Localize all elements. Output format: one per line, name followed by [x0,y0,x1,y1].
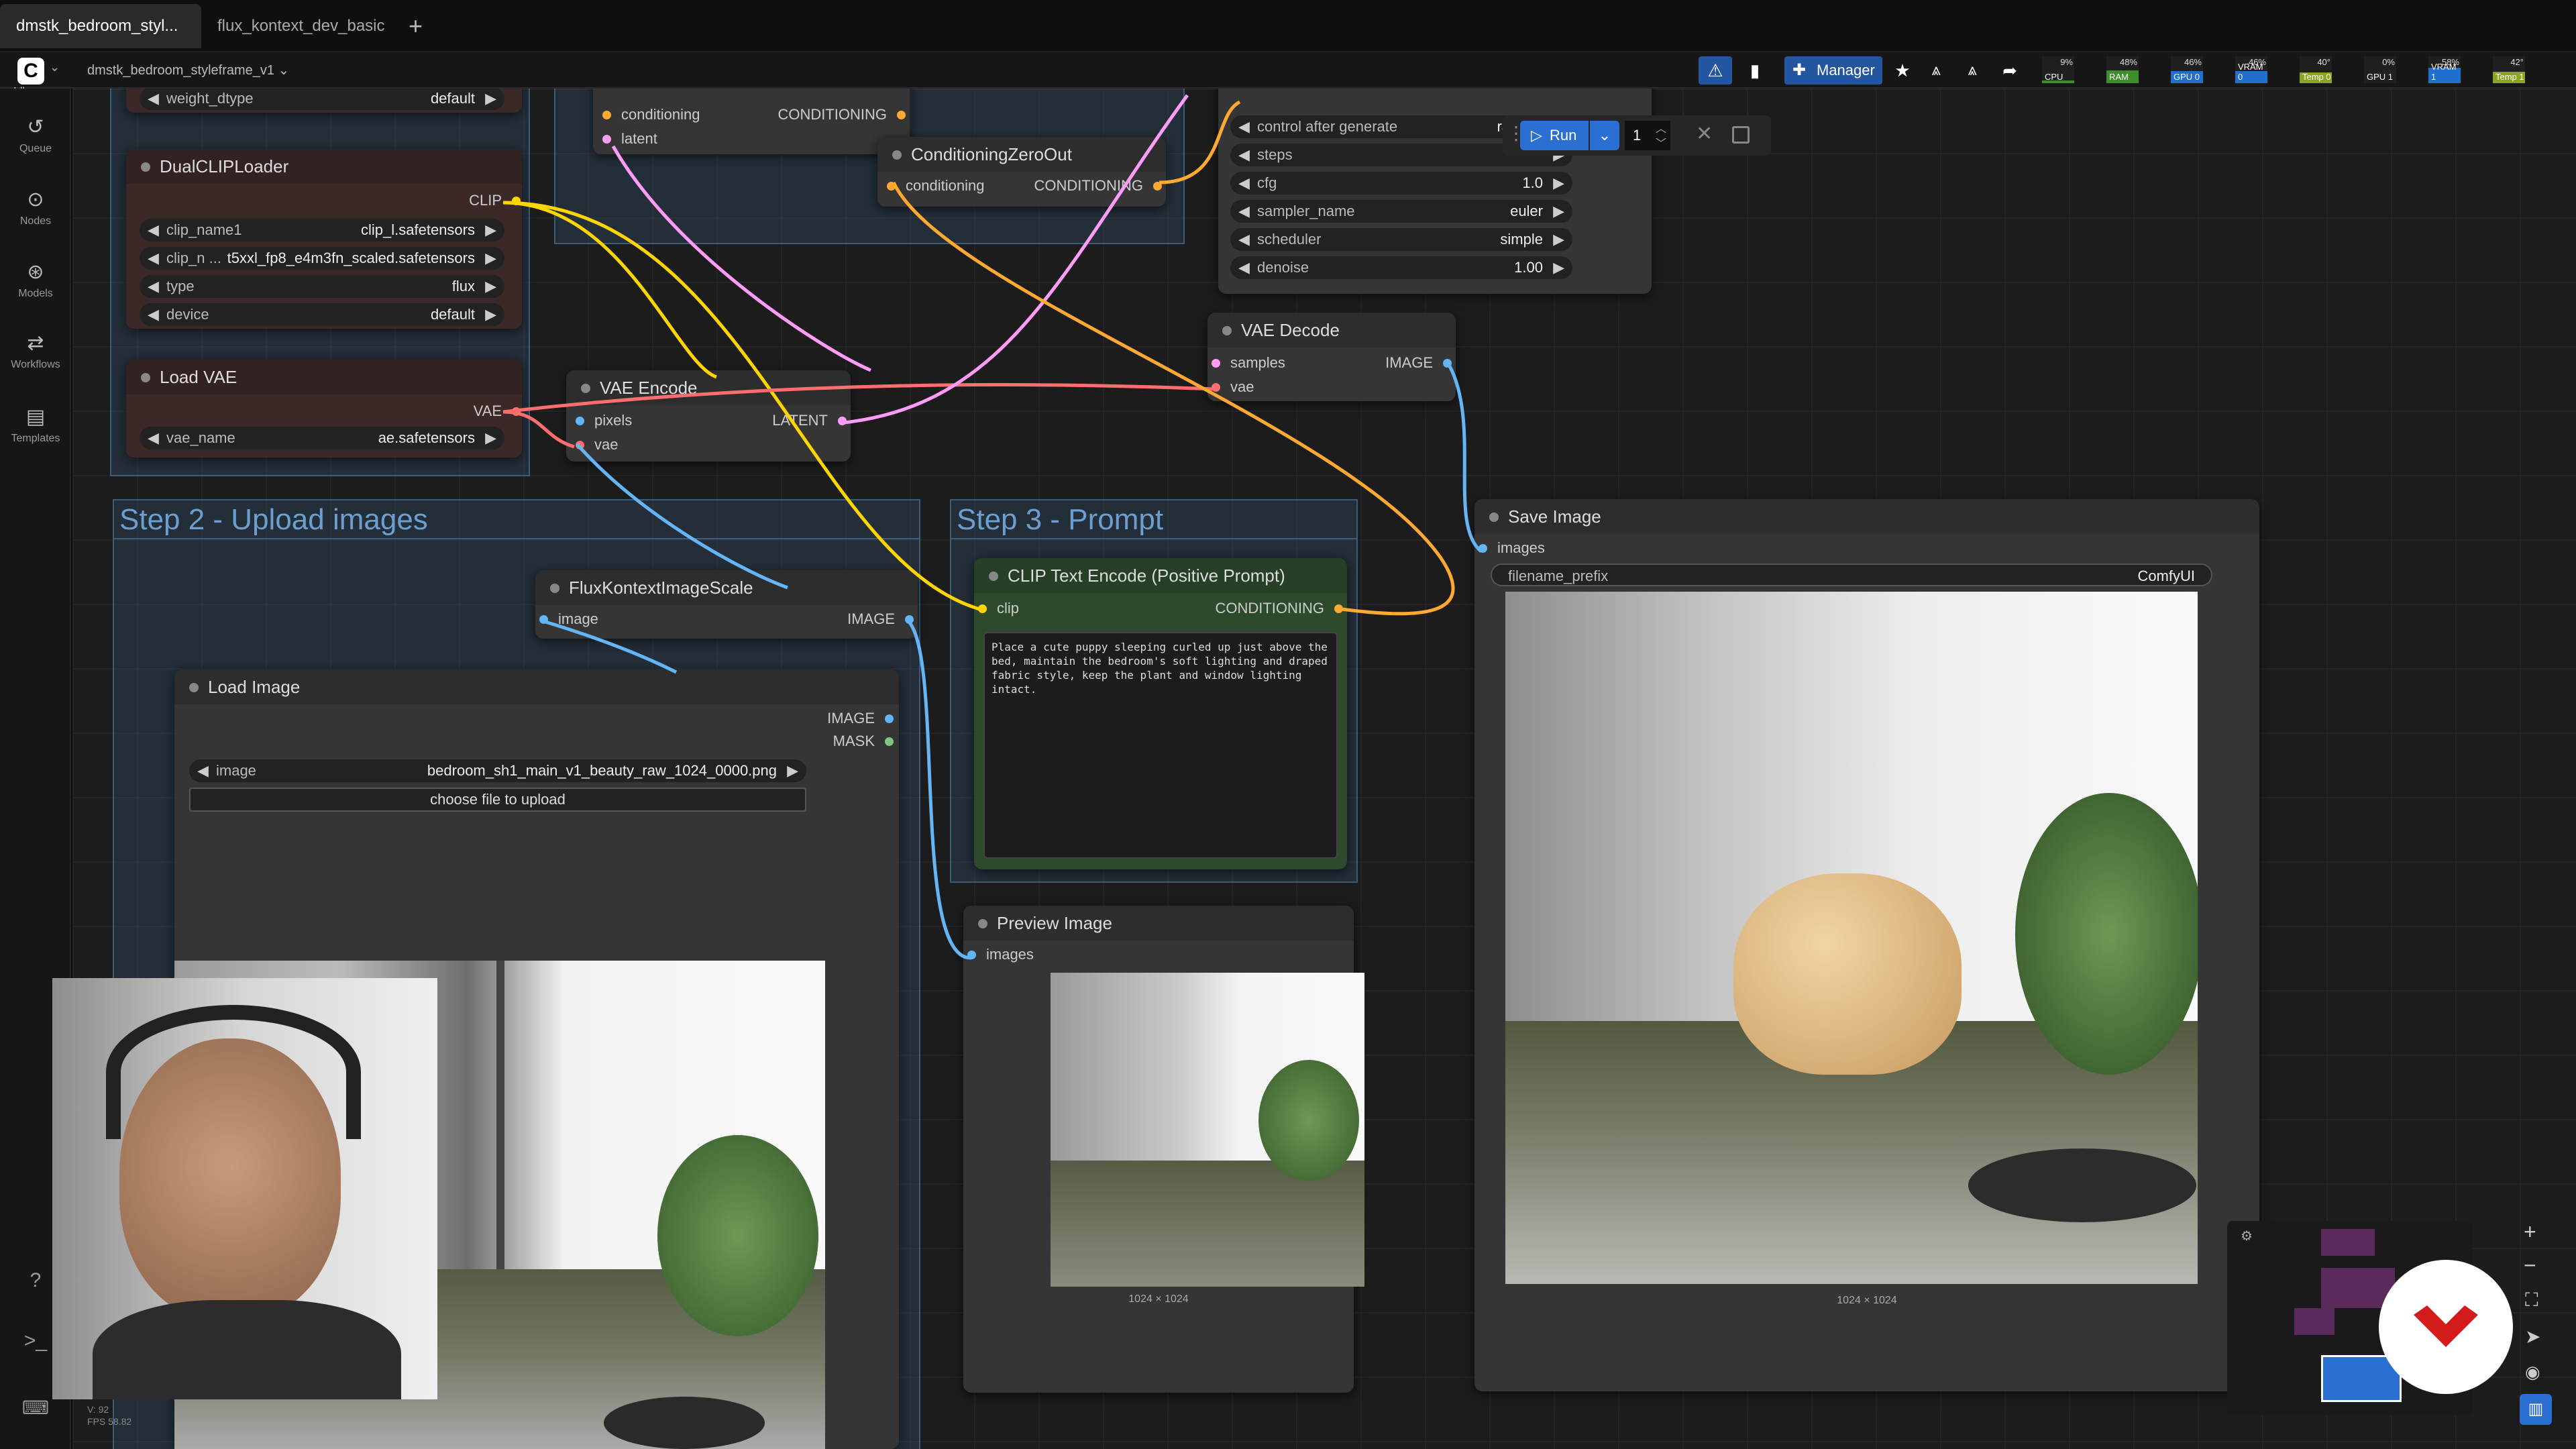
webcam-overlay [52,978,437,1399]
meter-label: Temp 0 [2302,72,2331,82]
sidebar-item-label: Models [18,288,53,299]
tab-workflow-active[interactable]: dmstk_bedroom_styl... [0,4,201,48]
meter-value: 9% [2060,57,2073,67]
puzzle-icon: ✚ [1792,61,1807,79]
link-vae-to-encode [502,410,575,449]
stepper-up-icon[interactable]: ︿ [1656,119,1666,136]
models-icon: ⊛ [27,261,44,283]
link-image-to-save [1447,364,1483,553]
zoom-in-icon[interactable]: + [2524,1220,2536,1244]
canvas-stats: V: 92 FPS 58.82 [87,1403,131,1428]
tab-label: flux_kontext_dev_basic [217,17,385,35]
menu-chevron-down-icon[interactable]: ⌄ [50,60,60,74]
chevron-down-icon: ⌄ [278,63,290,78]
resource-meter: VRAM 1 58% [2428,56,2461,83]
comfy-logo-icon[interactable]: C [17,58,44,85]
new-tab-plus-icon[interactable]: + [392,4,439,48]
shape-icon[interactable]: ⩓ [1923,56,1949,85]
logo-chevron-icon [2414,1305,2478,1347]
templates-icon: ▤ [25,406,46,428]
nodes-icon: ⊙ [27,189,44,211]
sidebar-item-label: Nodes [19,215,52,227]
history-icon: ↺ [27,116,44,138]
link-scale-to-encode [576,443,788,590]
sidebar-item-templates[interactable]: ▤ Templates [0,405,71,445]
fit-view-icon[interactable]: ⛶ [2525,1289,2538,1311]
resource-meter: GPU 0 46% [2171,56,2203,83]
node-canvas[interactable]: Step 2 - Upload images Step 3 - Prompt ◀… [72,89,2576,1449]
tab-label: dmstk_bedroom_styl... [16,17,178,35]
link-load-to-scale [543,619,678,674]
resource-meter: RAM 48% [2106,56,2139,83]
sidebar-item-models[interactable]: ⊛ Models [0,260,71,300]
minimap-settings-icon[interactable]: ⚙ [2241,1228,2253,1244]
meter-value: 46% [2184,57,2202,67]
run-options-chevron-icon[interactable]: ⌄ [1590,121,1619,150]
manager-label: Manager [1817,62,1875,78]
meter-value: 58% [2441,57,2459,67]
manager-button[interactable]: ✚ Manager [1784,56,1882,85]
sidebar-item-workflows[interactable]: ⇄ Workflows [0,331,71,371]
sidebar-item-queue[interactable]: ↺ Queue [0,115,71,155]
tab-workflow[interactable]: flux_kontext_dev_basic [201,4,396,48]
workflow-breadcrumb[interactable]: dmstk_bedroom_styleframe_v1 ⌄ [87,62,289,78]
meter-label: Temp 1 [2496,72,2524,82]
queue-mode-icon[interactable]: ⚠ [1699,56,1732,85]
visibility-eye-icon[interactable]: ◉ [2525,1362,2540,1383]
run-button[interactable]: ▷ Run [1520,121,1589,150]
meter-value: 46% [2248,57,2266,67]
resource-meter: GPU 1 0% [2364,56,2396,83]
resource-meter: CPU 9% [2042,56,2074,83]
run-label: Run [1550,127,1577,144]
sidebar-item-label: Templates [11,433,60,444]
minimap-toggle-icon[interactable]: ▥ [2520,1394,2552,1425]
cancel-close-icon[interactable]: ✕ [1696,122,1713,146]
workflow-name: dmstk_bedroom_styleframe_v1 [87,63,275,78]
minimap-node [2294,1308,2334,1335]
sidebar-item-label: Queue [19,143,52,154]
resource-meter: Temp 1 42° [2493,56,2525,83]
minimap-node [2321,1229,2375,1256]
headphones [106,1005,361,1139]
canvas-controls: + − ⛶ ➤ ◉ ▥ [2516,1214,2556,1436]
keyboard-icon[interactable]: ⌨ [0,1397,71,1419]
workflows-icon: ⇄ [27,332,44,354]
play-icon: ▷ [1531,127,1542,144]
star-icon[interactable]: ★ [1889,56,1916,85]
stop-square-icon[interactable] [1732,126,1750,144]
link-scale-to-preview [907,620,972,960]
version-text: V: 92 [87,1404,109,1415]
meter-label: RAM [2109,72,2129,82]
sidebar-item-nodes[interactable]: ⊙ Nodes [0,188,71,227]
meter-value: 0% [2382,57,2395,67]
meter-label: GPU 1 [2367,72,2394,82]
run-toolbar: ⋮ ▷ Run ⌄ 1 ︿ ﹀ ✕ [1503,115,1771,156]
meter-label: GPU 0 [2174,72,2200,82]
meter-value: 42° [2510,57,2524,67]
tab-bar: dmstk_bedroom_styl... flux_kontext_dev_b… [0,0,2576,52]
fps-text: FPS 58.82 [87,1416,132,1427]
link-latent-to-sampler [843,94,1189,425]
meter-value: 48% [2119,57,2137,67]
resource-meter: VRAM 0 46% [2235,56,2267,83]
select-mode-icon[interactable]: ➤ [2525,1326,2540,1348]
stepper-down-icon[interactable]: ﹀ [1656,134,1666,150]
brand-logo-watermark [2379,1260,2513,1394]
link-vae-to-decode [502,383,1215,414]
link-conditioning-to-save [892,181,1455,616]
meter-value: 40° [2317,57,2330,67]
resource-meter: Temp 0 40° [2300,56,2332,83]
link-condzero-to-sampler [1159,100,1241,184]
zoom-out-icon[interactable]: − [2524,1253,2536,1278]
shirt [93,1300,401,1399]
node-links [502,94,1483,960]
model-icon[interactable]: ⩓ [1959,56,1986,85]
sidebar-item-label: Workflows [11,359,60,370]
share-icon[interactable]: ➦ [1996,56,2023,85]
meter-label: CPU [2045,72,2063,82]
bookmark-icon[interactable]: ▮ [1740,56,1770,85]
